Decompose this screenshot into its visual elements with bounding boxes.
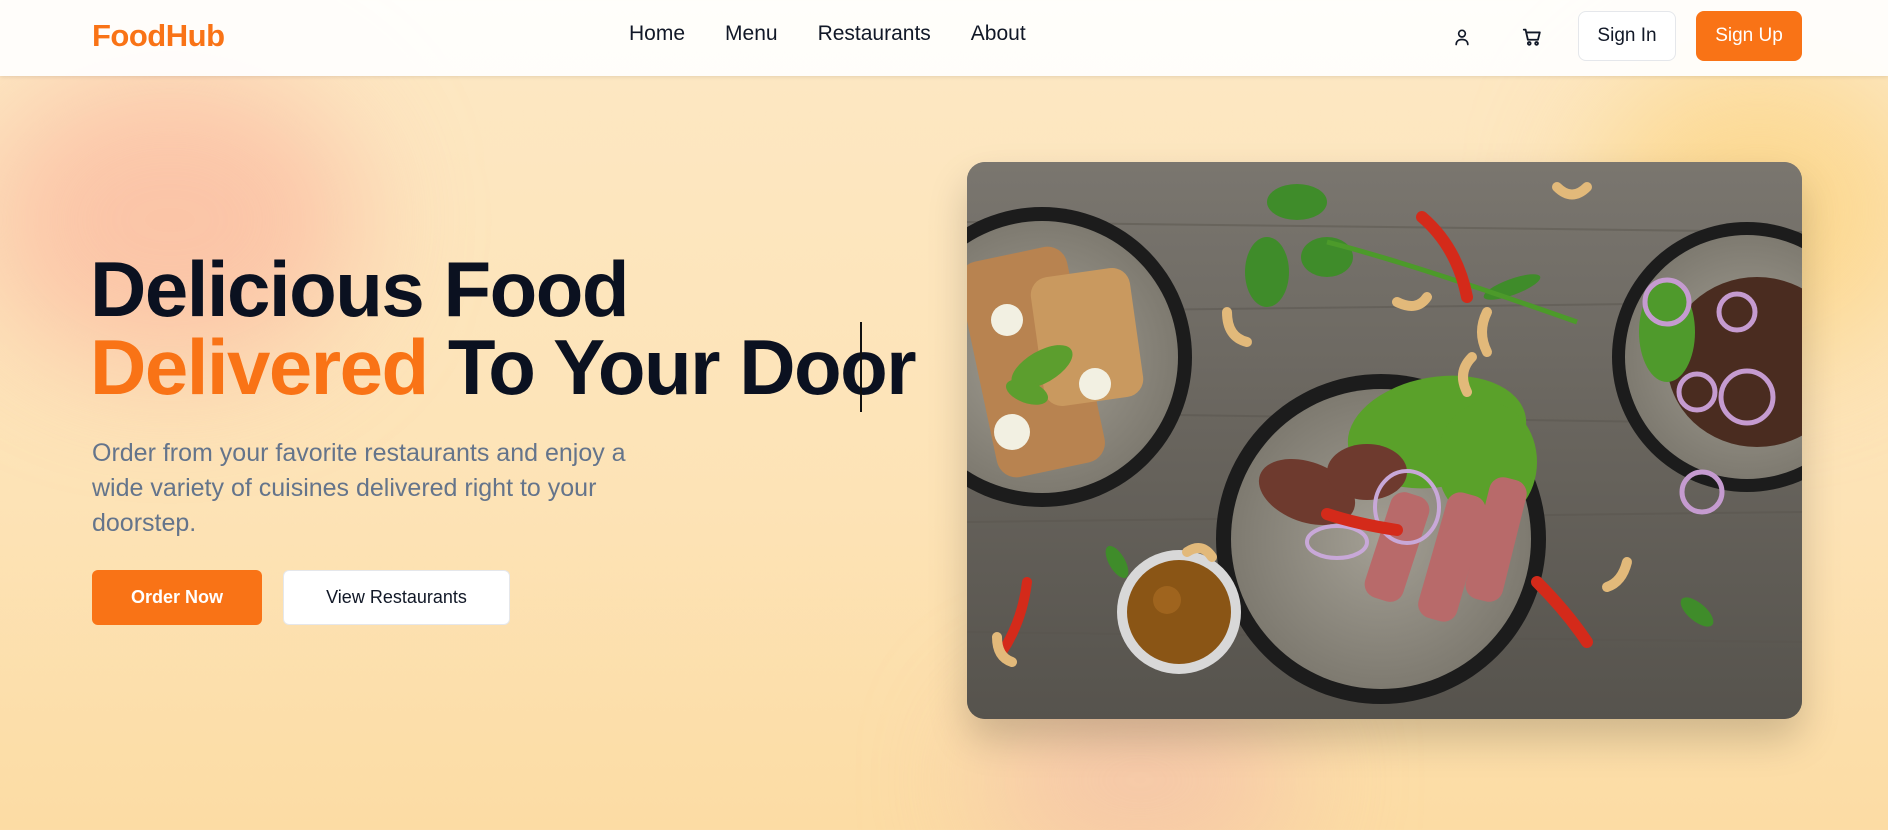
main-nav: Home Menu Restaurants About: [629, 22, 1026, 46]
cart-icon[interactable]: [1517, 22, 1547, 52]
nav-restaurants[interactable]: Restaurants: [818, 22, 931, 46]
sign-in-button[interactable]: Sign In: [1578, 11, 1676, 61]
nav-menu[interactable]: Menu: [725, 22, 778, 46]
nav-about[interactable]: About: [971, 22, 1026, 46]
user-icon[interactable]: [1447, 22, 1477, 52]
hero-title-accent: Delivered: [90, 323, 429, 411]
hero-title-line1: Delicious Food: [90, 245, 630, 333]
view-restaurants-button[interactable]: View Restaurants: [283, 570, 510, 625]
hero-food-image: [967, 162, 1802, 719]
hero-title: Delicious Food Delivered To Your Door: [90, 250, 917, 406]
hero-title-rest: To Your Door: [427, 323, 917, 411]
site-header: FoodHub Home Menu Restaurants About Sign…: [0, 0, 1888, 76]
order-now-button[interactable]: Order Now: [92, 570, 262, 625]
text-cursor: [860, 322, 862, 412]
hero-subtitle: Order from your favorite restaurants and…: [92, 439, 626, 537]
brand-logo[interactable]: FoodHub: [92, 18, 225, 54]
nav-home[interactable]: Home: [629, 22, 685, 46]
sign-up-button[interactable]: Sign Up: [1696, 11, 1802, 61]
